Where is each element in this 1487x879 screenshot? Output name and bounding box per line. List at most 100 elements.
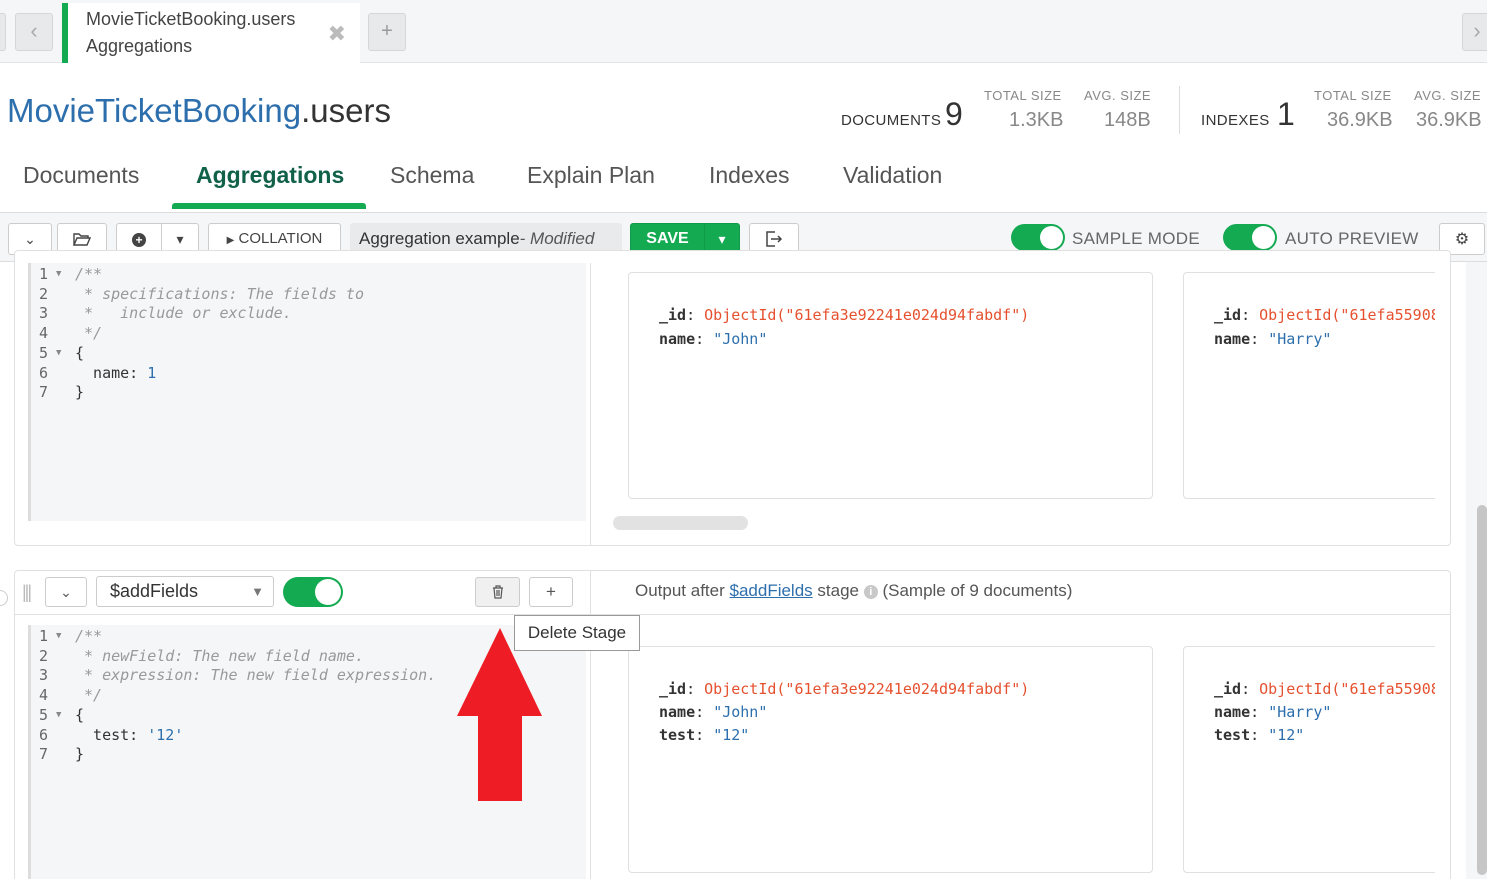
- idx-total-size: 36.9KB: [1327, 109, 1393, 131]
- forward-button[interactable]: ›: [1462, 13, 1487, 51]
- chevron-down-icon: ⌄: [24, 231, 36, 247]
- tab-indexes[interactable]: Indexes: [709, 162, 790, 189]
- field-key: name: [659, 703, 696, 721]
- field-key: _id: [1214, 680, 1242, 698]
- fold-icon[interactable]: ▼: [56, 631, 61, 641]
- line-number: 6: [39, 725, 49, 744]
- tab-aggregations[interactable]: Aggregations: [196, 162, 344, 189]
- delete-stage-tooltip: Delete Stage: [514, 615, 640, 651]
- stage-1-horizontal-scrollbar[interactable]: [613, 516, 748, 530]
- stage-docs-link[interactable]: $addFields: [730, 581, 813, 600]
- code-text: /**: [75, 627, 103, 645]
- output-suffix: stage: [812, 581, 859, 600]
- field-key: test: [659, 726, 696, 744]
- back-button[interactable]: ‹: [15, 13, 53, 51]
- code-text: */: [75, 686, 103, 705]
- doc-avg-size-label: AVG. SIZE: [1084, 88, 1152, 103]
- tab-documents[interactable]: Documents: [23, 162, 139, 189]
- tab-explain-plan[interactable]: Explain Plan: [527, 162, 655, 189]
- code-text: * expression: The new field expression.: [75, 666, 437, 685]
- tab-subtitle: Aggregations: [86, 36, 193, 56]
- field-key: test: [1214, 726, 1251, 744]
- line-number: 4: [39, 324, 49, 343]
- field-value: "12": [1268, 726, 1305, 744]
- field-key: _id: [1214, 306, 1242, 324]
- code-text: {: [75, 705, 85, 724]
- info-icon[interactable]: i: [863, 585, 878, 599]
- stage-2-header-divider: [15, 614, 1450, 615]
- field-value: ObjectId("61efa3e92241e024d94fabdf"): [704, 680, 1030, 698]
- code-text: * include or exclude.: [75, 304, 292, 323]
- field-key: name: [1214, 703, 1251, 721]
- tab-schema[interactable]: Schema: [390, 162, 474, 189]
- doc-total-size: 1.3KB: [1009, 109, 1064, 131]
- stage-2-add-before-handle[interactable]: [0, 590, 8, 606]
- tab-bar: ‹ MovieTicketBooking.users Aggregations …: [0, 0, 1487, 63]
- stage-operator-value: $addFields: [110, 581, 199, 601]
- close-tab-icon[interactable]: ✖: [328, 21, 346, 47]
- idx-total-size-label: TOTAL SIZE: [1314, 88, 1392, 103]
- caret-down-icon: ▼: [251, 584, 264, 599]
- field-key: _id: [659, 306, 687, 324]
- code-text: {: [75, 343, 85, 362]
- drag-handle-icon[interactable]: |||: [22, 582, 32, 603]
- stage-2-output-title: Output after $addFields stage i (Sample …: [635, 581, 1072, 601]
- collection-subtabs: Documents Aggregations Schema Explain Pl…: [0, 148, 1487, 212]
- folder-open-icon: [72, 233, 92, 246]
- auto-preview-label: AUTO PREVIEW: [1285, 229, 1419, 248]
- line-number: 2: [39, 646, 49, 665]
- sample-note: (Sample of 9 documents): [882, 581, 1073, 600]
- trash-icon: [492, 585, 503, 599]
- code-text: /**: [75, 265, 103, 283]
- stage-2-doc-2: _id: ObjectId("61efa55908 name: "Harry" …: [1183, 646, 1435, 873]
- sample-mode-toggle[interactable]: [1011, 224, 1065, 251]
- auto-preview-toggle[interactable]: [1223, 224, 1277, 251]
- idx-avg-size-label: AVG. SIZE: [1414, 88, 1482, 103]
- field-key: name: [659, 330, 696, 348]
- line-number: 7: [39, 745, 49, 764]
- doc-avg-size: 148B: [1104, 109, 1151, 131]
- doc-total-size-label: TOTAL SIZE: [984, 88, 1062, 103]
- stage-operator-select[interactable]: $addFields ▼: [96, 576, 274, 607]
- pipeline-name-text: Aggregation example: [359, 229, 520, 248]
- documents-label: DOCUMENTS: [841, 112, 942, 129]
- line-number: 7: [39, 383, 49, 402]
- add-tab-button[interactable]: +: [368, 13, 406, 51]
- active-tab-indicator: [172, 203, 366, 209]
- tab-validation[interactable]: Validation: [843, 162, 942, 189]
- field-value: ObjectId("61efa55908: [1259, 306, 1435, 324]
- red-arrow-annotation-icon: [457, 628, 542, 801]
- stats-divider: [1179, 86, 1180, 134]
- delete-stage-button[interactable]: [475, 577, 520, 607]
- field-value: "Harry": [1268, 703, 1332, 721]
- tab-movieticketbooking-users[interactable]: MovieTicketBooking.users Aggregations ✖: [62, 3, 360, 63]
- field-value: "John": [713, 703, 768, 721]
- chevron-right-icon: ›: [1473, 18, 1481, 43]
- collation-label: COLLATION: [238, 230, 323, 247]
- stage-1-divider: [590, 263, 591, 546]
- sample-mode-label: SAMPLE MODE: [1072, 229, 1200, 248]
- line-number: 2: [39, 284, 49, 303]
- code-text: */: [75, 324, 103, 343]
- field-key: _id: [659, 680, 687, 698]
- stage-2-enable-toggle[interactable]: [283, 577, 343, 607]
- idx-avg-size: 36.9KB: [1416, 109, 1482, 131]
- database-name[interactable]: MovieTicketBooking: [7, 92, 301, 129]
- field-value: "Harry": [1268, 330, 1332, 348]
- caret-down-icon: ▾: [176, 231, 184, 247]
- add-stage-after-button[interactable]: +: [529, 577, 573, 607]
- stage-2-collapse-button[interactable]: ⌄: [45, 577, 87, 607]
- field-value: "John": [713, 330, 768, 348]
- fold-icon[interactable]: ▼: [56, 710, 61, 720]
- fold-icon[interactable]: ▼: [56, 269, 61, 279]
- stage-2-doc-1: _id: ObjectId("61efa3e92241e024d94fabdf"…: [628, 646, 1153, 873]
- tab-scroll-left-edge[interactable]: [0, 13, 6, 51]
- stage-1-editor[interactable]: 1 ▼/** 2 * specifications: The fields to 3 …: [28, 263, 586, 521]
- fold-icon[interactable]: ▼: [56, 348, 61, 358]
- code-text: * newField: The new field name.: [75, 646, 364, 665]
- output-prefix: Output after: [635, 581, 730, 600]
- tab-namespace: MovieTicketBooking.users: [86, 9, 296, 29]
- line-number: 4: [39, 686, 49, 705]
- gear-icon: ⚙: [1454, 231, 1470, 248]
- vertical-scrollbar-thumb[interactable]: [1477, 505, 1487, 875]
